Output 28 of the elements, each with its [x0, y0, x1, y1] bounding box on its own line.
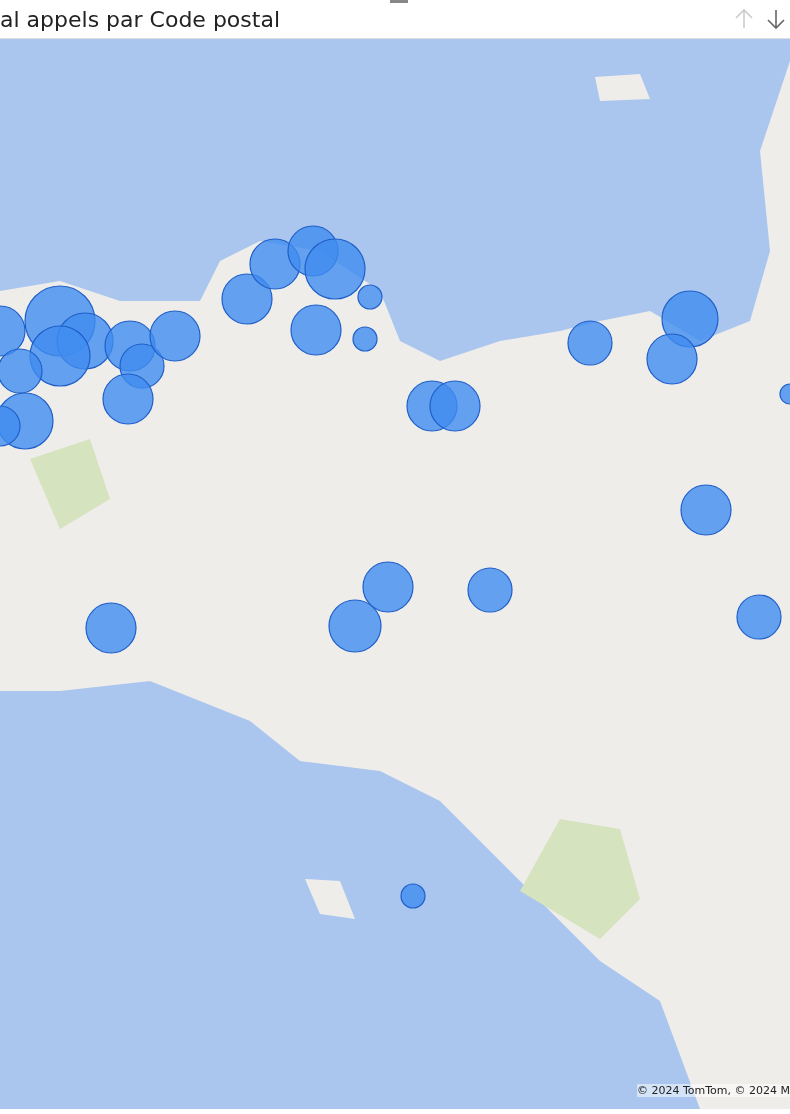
map-bubble[interactable]	[467, 567, 513, 613]
map-bubble[interactable]	[85, 602, 137, 654]
island	[595, 74, 650, 101]
map-bubble[interactable]	[102, 373, 154, 425]
map-bubble[interactable]	[0, 348, 43, 394]
map-bubble[interactable]	[0, 305, 26, 357]
map-bubble[interactable]	[736, 594, 782, 640]
map-bubble[interactable]	[357, 284, 383, 310]
map-bubble[interactable]	[362, 561, 414, 613]
map-bubble[interactable]	[29, 325, 91, 387]
map-bubble[interactable]	[290, 304, 342, 356]
arrow-down-icon[interactable]	[764, 7, 788, 31]
map-attribution: © 2024 TomTom, © 2024 M	[636, 1084, 790, 1097]
map-bubble[interactable]	[400, 883, 426, 909]
map-bubble[interactable]	[149, 310, 201, 362]
map-bubble[interactable]	[429, 380, 481, 432]
map-bubble[interactable]	[567, 320, 613, 366]
map-bubble[interactable]	[304, 238, 366, 300]
map-bubble[interactable]	[646, 333, 698, 385]
visual-title: al appels par Code postal	[0, 6, 280, 32]
map-bubble[interactable]	[352, 326, 378, 352]
island	[305, 879, 355, 919]
map-bubble[interactable]	[221, 273, 273, 325]
map-bubble[interactable]	[779, 383, 790, 405]
map-bubble[interactable]	[680, 484, 732, 536]
map-bubble[interactable]	[328, 599, 382, 653]
map-bubble[interactable]	[661, 290, 719, 348]
drag-handle[interactable]	[390, 0, 408, 3]
